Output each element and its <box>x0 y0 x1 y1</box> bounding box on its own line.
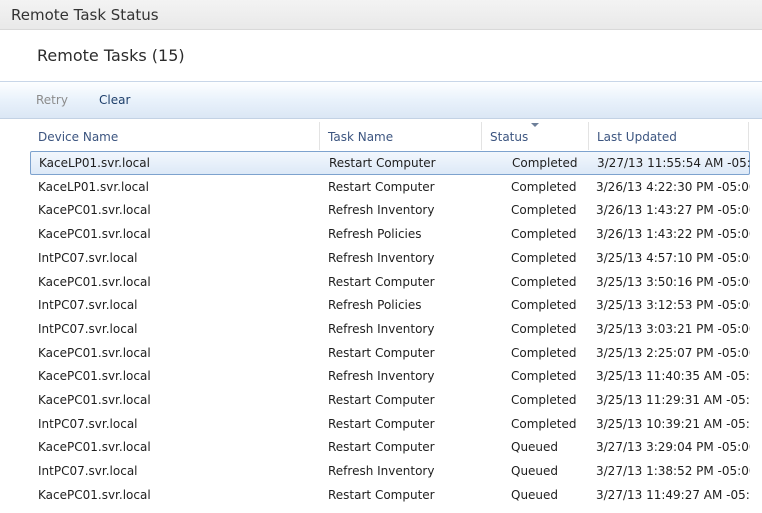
cell-device-name: IntPC07.svr.local <box>38 250 138 265</box>
table-header: Device Name Task Name Status Last Update… <box>0 122 762 150</box>
cell-status: Completed <box>511 298 577 313</box>
table-row[interactable]: IntPC07.svr.local Refresh Inventory Comple… <box>30 246 750 270</box>
window-titlebar: Remote Task Status <box>0 0 762 30</box>
cell-status: Completed <box>511 369 577 384</box>
cell-status: Queued <box>511 464 559 479</box>
cell-last-updated: 3/25/13 11:40:35 AM -05:0 <box>596 369 750 384</box>
cell-device-name: IntPC07.svr.local <box>38 321 138 336</box>
cell-task-name: Refresh Inventory <box>328 321 435 336</box>
table-row[interactable]: KacePC01.svr.local Refresh Policies Comple… <box>30 222 750 246</box>
cell-task-name: Refresh Inventory <box>328 464 435 479</box>
column-header-device-name[interactable]: Device Name <box>30 122 320 150</box>
column-header-task-name[interactable]: Task Name <box>320 122 482 150</box>
cell-device-name: KacePC01.svr.local <box>38 369 151 384</box>
table-row[interactable]: KacePC01.svr.local Refresh Inventory Compl… <box>30 198 750 222</box>
cell-status: Completed <box>512 156 578 170</box>
cell-status: Completed <box>511 227 577 242</box>
table-row[interactable]: IntPC07.svr.local Refresh Policies Complet… <box>30 293 750 317</box>
cell-last-updated: 3/27/13 1:38:52 PM -05:00 <box>596 464 750 479</box>
cell-last-updated: 3/25/13 11:29:31 AM -05:0 <box>596 393 750 407</box>
remote-tasks-table: Device Name Task Name Status Last Update… <box>0 122 762 513</box>
table-row[interactable]: KacePC01.svr.local Restart Computer Comple… <box>30 388 750 412</box>
cell-task-name: Restart Computer <box>328 345 435 360</box>
cell-status: Queued <box>511 487 559 502</box>
column-header-last-updated[interactable]: Last Updated <box>589 122 749 150</box>
cell-device-name: KaceLP01.svr.local <box>38 179 149 194</box>
table-row[interactable]: KacePC01.svr.local Restart Computer Queued… <box>30 483 750 507</box>
sort-descending-icon <box>531 123 539 127</box>
cell-status: Completed <box>511 250 577 265</box>
cell-task-name: Refresh Policies <box>328 298 422 313</box>
cell-status: Completed <box>511 203 577 218</box>
cell-task-name: Restart Computer <box>328 440 435 455</box>
window-title: Remote Task Status <box>11 6 159 24</box>
cell-task-name: Refresh Policies <box>328 227 422 242</box>
cell-task-name: Restart Computer <box>328 393 435 407</box>
cell-status: Completed <box>511 393 577 407</box>
page-title: Remote Tasks (15) <box>37 46 185 65</box>
cell-status: Completed <box>511 345 577 360</box>
clear-button[interactable]: Clear <box>99 93 130 107</box>
cell-device-name: KacePC01.svr.local <box>38 203 151 218</box>
cell-last-updated: 3/27/13 11:55:54 AM -05:0 <box>597 156 751 170</box>
cell-last-updated: 3/25/13 4:57:10 PM -05:00 <box>596 250 750 265</box>
cell-last-updated: 3/25/13 3:12:53 PM -05:00 <box>596 298 750 313</box>
cell-last-updated: 3/25/13 3:03:21 PM -05:00 <box>596 321 750 336</box>
cell-status: Queued <box>511 440 559 455</box>
table-row[interactable]: KaceLP01.svr.local Restart Computer Comple… <box>30 151 751 175</box>
cell-device-name: KacePC01.svr.local <box>38 393 151 407</box>
cell-last-updated: 3/25/13 10:39:21 AM -05:0 <box>596 416 750 431</box>
cell-last-updated: 3/26/13 4:22:30 PM -05:00 <box>596 179 750 194</box>
table-row[interactable]: IntPC07.svr.local Restart Computer Complet… <box>30 412 750 436</box>
cell-last-updated: 3/26/13 1:43:22 PM -05:00 <box>596 227 750 242</box>
cell-device-name: KacePC01.svr.local <box>38 487 151 502</box>
cell-last-updated: 3/27/13 3:29:04 PM -05:00 <box>596 440 750 455</box>
cell-device-name: IntPC07.svr.local <box>38 416 138 431</box>
cell-task-name: Refresh Inventory <box>328 369 435 384</box>
table-row[interactable]: KaceLP01.svr.local Restart Computer Comple… <box>30 175 750 199</box>
cell-device-name: IntPC07.svr.local <box>38 298 138 313</box>
cell-last-updated: 3/26/13 1:43:27 PM -05:00 <box>596 203 750 218</box>
toolbar: Retry Clear <box>0 81 762 119</box>
cell-device-name: IntPC07.svr.local <box>38 464 138 479</box>
cell-device-name: KacePC01.svr.local <box>38 274 151 289</box>
cell-task-name: Refresh Inventory <box>328 203 435 218</box>
cell-task-name: Restart Computer <box>328 487 435 502</box>
cell-task-name: Restart Computer <box>328 179 435 194</box>
cell-device-name: KaceLP01.svr.local <box>39 156 150 170</box>
retry-button[interactable]: Retry <box>36 93 68 107</box>
cell-task-name: Restart Computer <box>328 274 435 289</box>
cell-status: Completed <box>511 179 577 194</box>
cell-task-name: Restart Computer <box>329 156 436 170</box>
cell-status: Completed <box>511 416 577 431</box>
cell-device-name: KacePC01.svr.local <box>38 227 151 242</box>
cell-last-updated: 3/25/13 2:25:07 PM -05:00 <box>596 345 750 360</box>
table-row[interactable]: KacePC01.svr.local Restart Computer Comple… <box>30 341 750 365</box>
table-row[interactable]: KacePC01.svr.local Restart Computer Queued… <box>30 435 750 459</box>
cell-last-updated: 3/27/13 11:49:27 AM -05:0 <box>596 487 750 502</box>
cell-device-name: KacePC01.svr.local <box>38 440 151 455</box>
table-row[interactable]: KacePC01.svr.local Restart Computer Comple… <box>30 270 750 294</box>
table-row[interactable]: IntPC07.svr.local Refresh Inventory Comple… <box>30 317 750 341</box>
cell-task-name: Refresh Inventory <box>328 250 435 265</box>
cell-task-name: Restart Computer <box>328 416 435 431</box>
cell-status: Completed <box>511 274 577 289</box>
table-row[interactable]: KacePC01.svr.local Refresh Inventory Compl… <box>30 364 750 388</box>
table-row[interactable]: IntPC07.svr.local Refresh Inventory Queued… <box>30 459 750 483</box>
cell-last-updated: 3/25/13 3:50:16 PM -05:00 <box>596 274 750 289</box>
cell-status: Completed <box>511 321 577 336</box>
cell-device-name: KacePC01.svr.local <box>38 345 151 360</box>
